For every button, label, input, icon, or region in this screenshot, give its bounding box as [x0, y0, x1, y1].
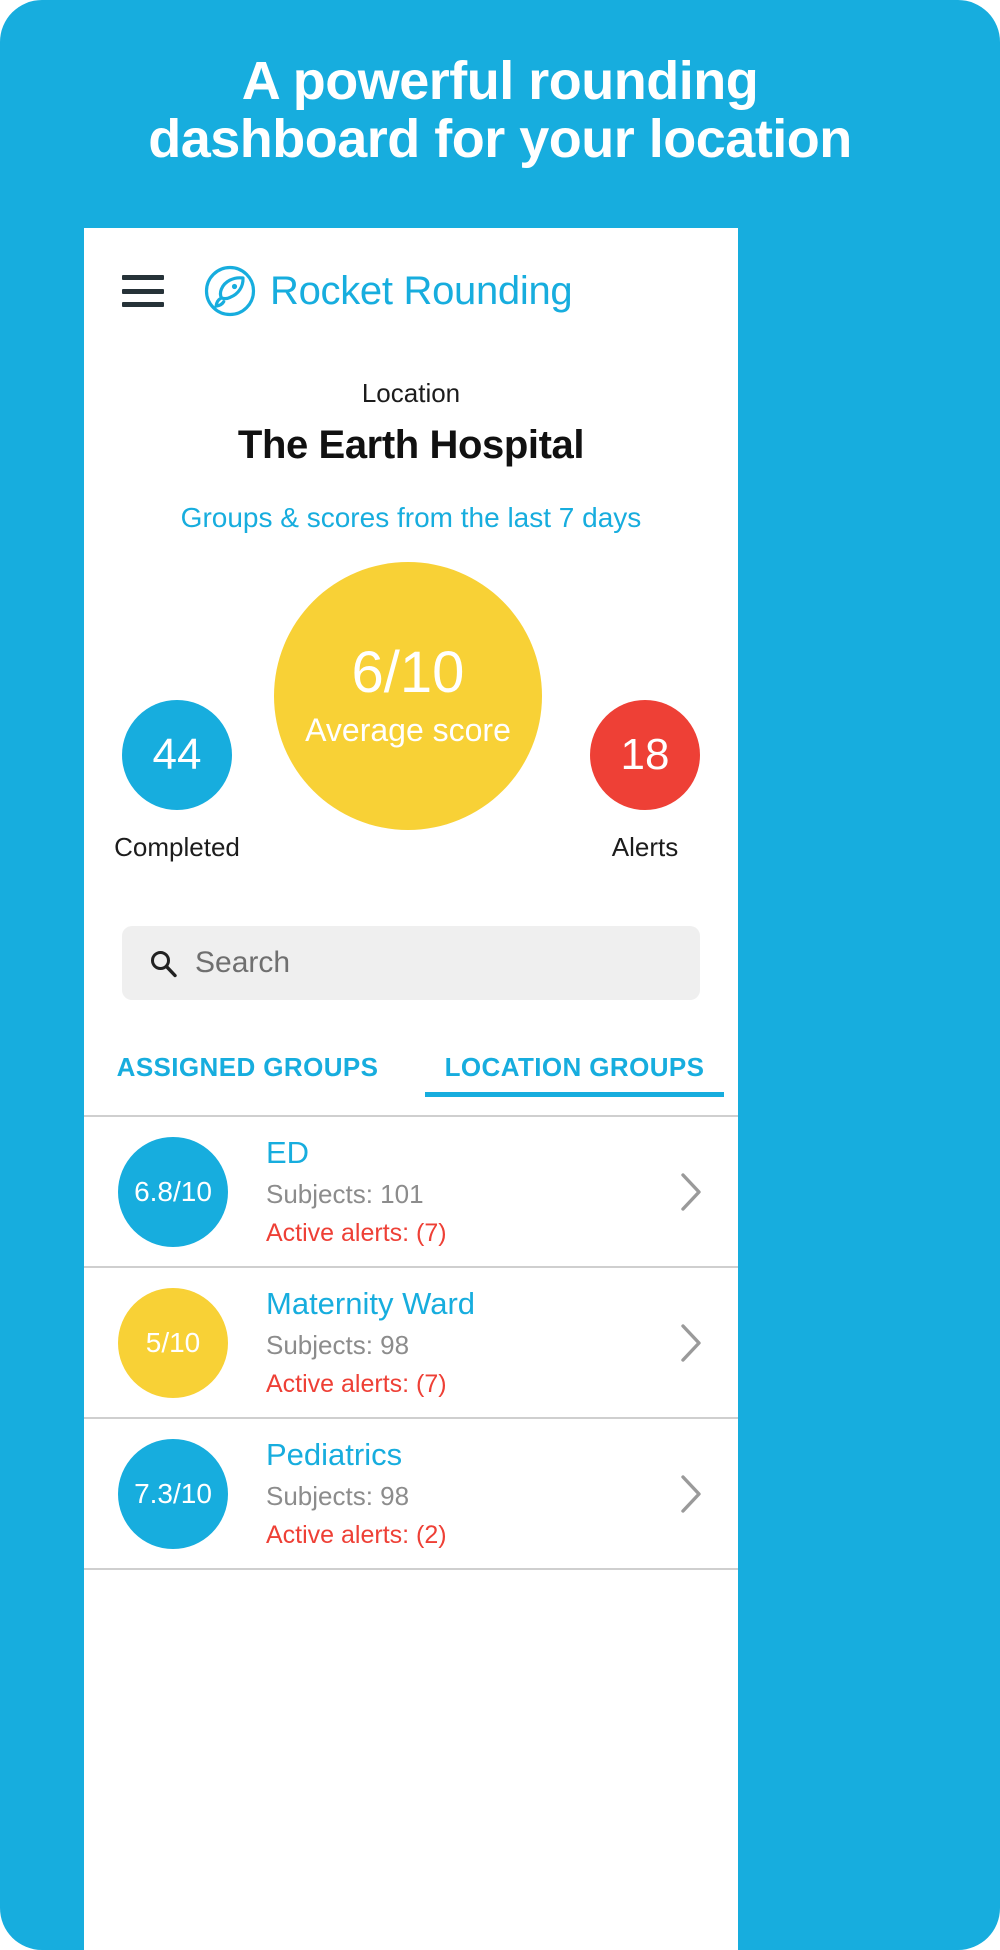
- rocket-rounding-logo-icon: [204, 265, 256, 317]
- phone-screen: Rocket Rounding Location The Earth Hospi…: [84, 228, 738, 1950]
- group-tabs: ASSIGNED GROUPS LOCATION GROUPS: [84, 1052, 738, 1097]
- group-active-alerts: Active alerts: (7): [266, 1219, 447, 1248]
- brand-name: Rocket Rounding: [270, 268, 573, 313]
- alerts-count-value: 18: [620, 730, 670, 779]
- group-score-bubble: 5/10: [118, 1287, 228, 1398]
- promo-headline-line-1: A powerful rounding: [241, 51, 759, 111]
- completed-count-circle[interactable]: 44: [122, 700, 232, 810]
- promo-screenshot: A powerful rounding dashboard for your l…: [0, 0, 1000, 1950]
- table-row[interactable]: 6.8/10 ED Subjects: 101 Active alerts: (…: [84, 1117, 738, 1268]
- group-details: Maternity Ward Subjects: 98 Active alert…: [228, 1286, 678, 1400]
- search-icon: [151, 951, 177, 978]
- tab-location-groups[interactable]: LOCATION GROUPS: [411, 1052, 738, 1097]
- location-subtitle: Groups & scores from the last 7 days: [180, 502, 642, 533]
- completed-count-value: 44: [152, 730, 202, 779]
- location-name: The Earth Hospital: [237, 423, 585, 467]
- group-details: ED Subjects: 101 Active alerts: (7): [228, 1135, 678, 1249]
- group-subjects: Subjects: 98: [266, 1481, 410, 1512]
- group-score-value: 7.3/10: [134, 1477, 212, 1509]
- group-subjects: Subjects: 98: [266, 1330, 410, 1361]
- table-row[interactable]: 5/10 Maternity Ward Subjects: 98 Active …: [84, 1268, 738, 1419]
- search-input[interactable]: Search: [122, 926, 700, 1000]
- app-bar: Rocket Rounding: [84, 228, 738, 354]
- search-container: Search: [84, 926, 738, 1000]
- chevron-right-icon[interactable]: [678, 1171, 704, 1213]
- hamburger-menu-icon[interactable]: [122, 275, 164, 307]
- promo-headline: A powerful rounding dashboard for your l…: [0, 52, 1000, 169]
- alerts-caption: Alerts: [611, 832, 679, 862]
- table-row[interactable]: 7.3/10 Pediatrics Subjects: 98 Active al…: [84, 1419, 738, 1570]
- group-score-bubble: 6.8/10: [118, 1136, 228, 1247]
- average-score-caption: Average score: [305, 711, 511, 748]
- average-score-circle[interactable]: 6/10 Average score: [274, 562, 542, 830]
- chevron-right-icon[interactable]: [678, 1473, 704, 1515]
- brand-logo[interactable]: Rocket Rounding: [203, 264, 573, 318]
- search-placeholder: Search: [195, 946, 291, 979]
- group-score-bubble: 7.3/10: [118, 1438, 228, 1549]
- alerts-count-circle[interactable]: 18: [590, 700, 700, 810]
- average-score-value: 6/10: [351, 639, 465, 705]
- group-active-alerts: Active alerts: (2): [266, 1521, 447, 1550]
- group-details: Pediatrics Subjects: 98 Active alerts: (…: [228, 1437, 678, 1551]
- table-row-partial: [84, 1570, 738, 1596]
- stats-summary: 44 Completed 6/10 Average score 18 Alert…: [84, 544, 738, 864]
- group-score-value: 5/10: [145, 1326, 201, 1358]
- group-active-alerts: Active alerts: (7): [266, 1370, 447, 1399]
- group-name: Maternity Ward: [266, 1285, 476, 1321]
- location-label: Location: [361, 378, 461, 408]
- promo-headline-line-2: dashboard for your location: [148, 109, 852, 170]
- completed-caption: Completed: [114, 832, 240, 862]
- group-subjects: Subjects: 101: [266, 1179, 424, 1210]
- tab-assigned-groups[interactable]: ASSIGNED GROUPS: [84, 1052, 411, 1097]
- group-name: ED: [266, 1134, 310, 1170]
- group-name: Pediatrics: [266, 1436, 403, 1472]
- group-score-value: 6.8/10: [134, 1175, 212, 1207]
- chevron-right-icon[interactable]: [678, 1322, 704, 1364]
